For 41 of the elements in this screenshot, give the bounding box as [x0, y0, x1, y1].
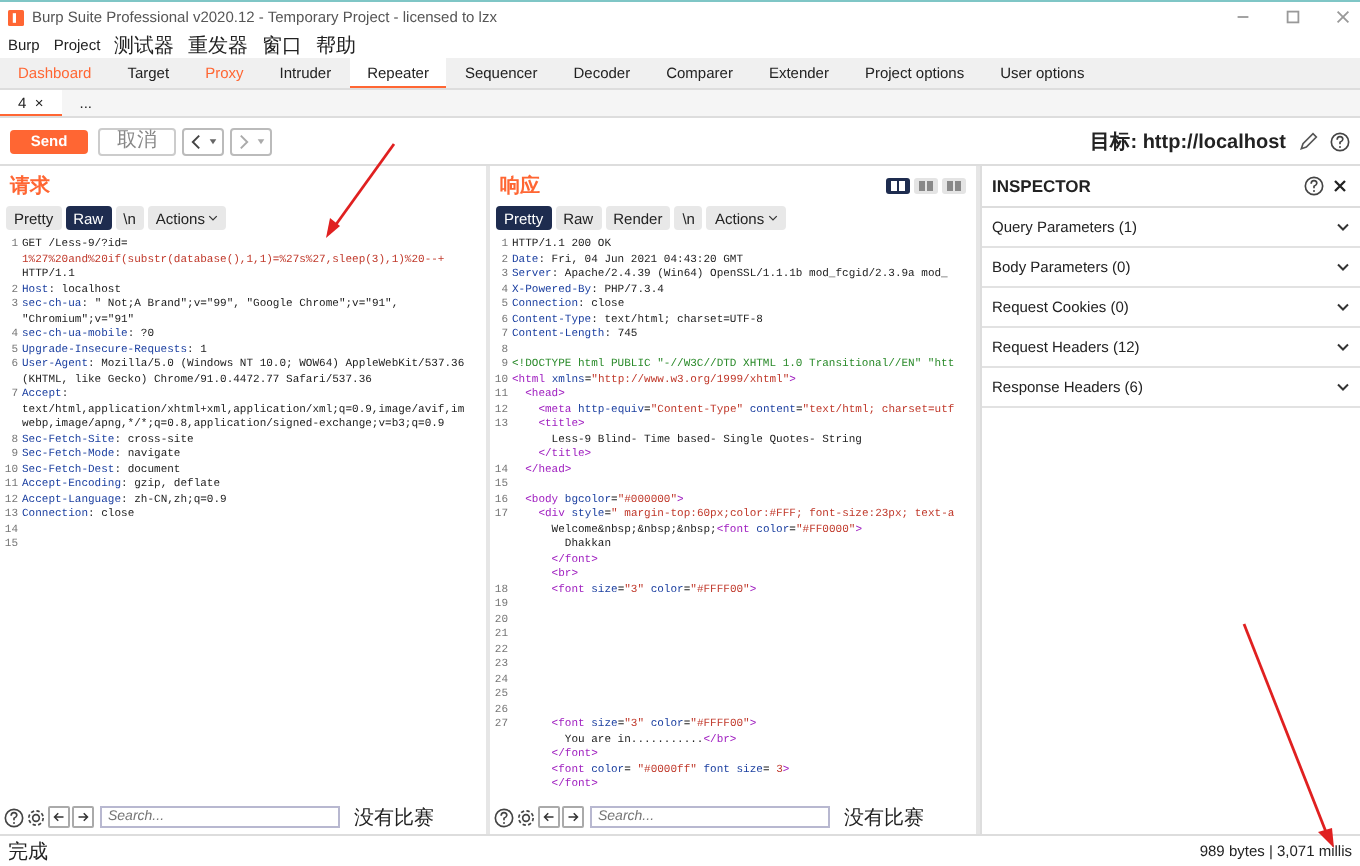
chevron-left-icon — [188, 133, 204, 149]
status-text: 完成 — [8, 839, 48, 865]
pencil-icon[interactable] — [1298, 131, 1318, 151]
app-logo-icon — [8, 9, 24, 25]
chevron-down-icon — [208, 214, 219, 222]
arrow-left-icon[interactable] — [48, 806, 70, 828]
menu-item[interactable]: 帮助 — [316, 31, 357, 59]
chevron-right-icon — [236, 133, 252, 149]
help-icon[interactable] — [1304, 176, 1324, 196]
layout-toggle-icon[interactable] — [914, 178, 938, 194]
arrow-right-icon[interactable] — [72, 806, 94, 828]
arrow-right-icon[interactable] — [562, 806, 584, 828]
chevron-down-icon — [768, 214, 779, 222]
help-icon[interactable] — [1330, 131, 1350, 151]
settings-icon[interactable] — [26, 807, 46, 827]
target-label: 目标: http://localhost — [1090, 129, 1286, 155]
arrow-left-icon[interactable] — [538, 806, 560, 828]
back-button[interactable] — [182, 127, 224, 155]
annotation-arrow — [320, 140, 400, 240]
menu-item[interactable]: 重发器 — [188, 31, 249, 59]
cancel-button[interactable]: 取消 — [98, 127, 176, 155]
chevron-icon[interactable] — [1336, 302, 1350, 312]
match-count: 没有比赛 — [844, 805, 924, 831]
menu-item[interactable]: 窗口 — [262, 31, 303, 59]
layout-toggle-icon[interactable] — [942, 178, 966, 194]
layout-toggle-icon[interactable] — [886, 178, 910, 194]
match-count: 没有比赛 — [354, 805, 434, 831]
chevron-icon[interactable] — [1336, 382, 1350, 392]
settings-icon[interactable] — [516, 807, 536, 827]
inspector-title: INSPECTOR — [992, 176, 1091, 196]
maximize-icon[interactable] — [1284, 8, 1302, 26]
caret-icon[interactable] — [208, 136, 218, 146]
menu-item[interactable]: 测试器 — [114, 31, 175, 59]
help-icon[interactable] — [4, 807, 24, 827]
chevron-icon[interactable] — [1336, 262, 1350, 272]
chevron-icon[interactable] — [1336, 222, 1350, 232]
panel-title: 响应 — [500, 172, 540, 200]
chevron-icon[interactable] — [1336, 342, 1350, 352]
help-icon[interactable] — [494, 807, 514, 827]
panel-title: 请求 — [10, 173, 50, 200]
close-icon[interactable] — [1330, 176, 1350, 196]
